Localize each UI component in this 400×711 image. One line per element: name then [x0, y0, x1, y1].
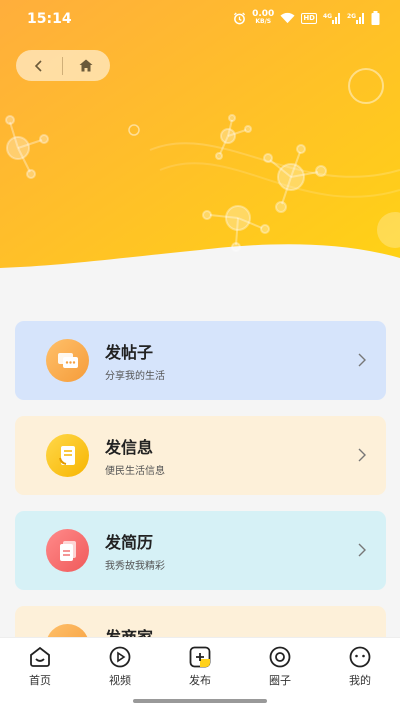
tab-label: 视频 — [109, 674, 131, 687]
net-speed: 0.00 KB/S — [252, 10, 274, 26]
home-indicator[interactable] — [133, 699, 267, 703]
card-title: 发简历 — [105, 533, 154, 552]
net-speed-unit: KB/S — [255, 18, 272, 25]
header-banner: 15:14 0.00 KB/S HD 4G 2G — [0, 0, 400, 290]
signal-1-icon: 4G — [323, 10, 341, 26]
status-icons: 0.00 KB/S HD 4G 2G — [233, 10, 380, 26]
card-subtitle: 便民生活信息 — [105, 466, 165, 477]
chat-bubbles-icon — [46, 339, 89, 382]
chevron-right-icon — [358, 543, 366, 557]
publish-plus-icon — [189, 646, 211, 668]
svg-text:2G: 2G — [347, 13, 356, 20]
tab-label: 首页 — [29, 674, 51, 687]
home-icon — [30, 646, 50, 667]
card-resume[interactable]: 发简历 我秀故我精彩 — [15, 511, 386, 590]
phone-doc-icon — [46, 434, 89, 477]
tab-label: 发布 — [189, 674, 211, 687]
chevron-right-icon — [358, 448, 366, 462]
battery-icon — [371, 10, 380, 26]
card-subtitle: 分享我的生活 — [105, 371, 165, 382]
tab-label: 圈子 — [269, 674, 291, 687]
net-speed-value: 0.00 — [252, 9, 275, 19]
wifi-icon — [280, 10, 295, 26]
chevron-right-icon — [358, 353, 366, 367]
tab-home[interactable]: 首页 — [0, 638, 80, 711]
chevron-left-icon — [34, 59, 42, 72]
hd-badge: HD — [301, 12, 317, 24]
profile-face-icon — [349, 646, 371, 668]
card-title: 发帖子 — [105, 343, 154, 362]
nav-pill — [16, 50, 110, 81]
back-button[interactable] — [16, 50, 62, 81]
card-info[interactable]: 发信息 便民生活信息 — [15, 416, 386, 495]
tab-mine[interactable]: 我的 — [320, 638, 400, 711]
video-play-icon — [109, 646, 131, 668]
resume-doc-icon — [46, 529, 89, 572]
home-house-icon — [79, 59, 93, 72]
home-button[interactable] — [63, 50, 109, 81]
status-bar: 15:14 0.00 KB/S HD 4G 2G — [0, 0, 400, 40]
svg-text:4G: 4G — [323, 13, 332, 20]
card-title: 发信息 — [105, 438, 154, 457]
circle-icon — [269, 646, 291, 668]
tab-label: 我的 — [349, 674, 371, 687]
card-subtitle: 我秀故我精彩 — [105, 561, 165, 572]
alarm-icon — [233, 10, 246, 26]
signal-2-icon: 2G — [347, 10, 365, 26]
status-time: 15:14 — [27, 11, 72, 27]
header-background — [0, 0, 400, 268]
card-post[interactable]: 发帖子 分享我的生活 — [15, 321, 386, 400]
